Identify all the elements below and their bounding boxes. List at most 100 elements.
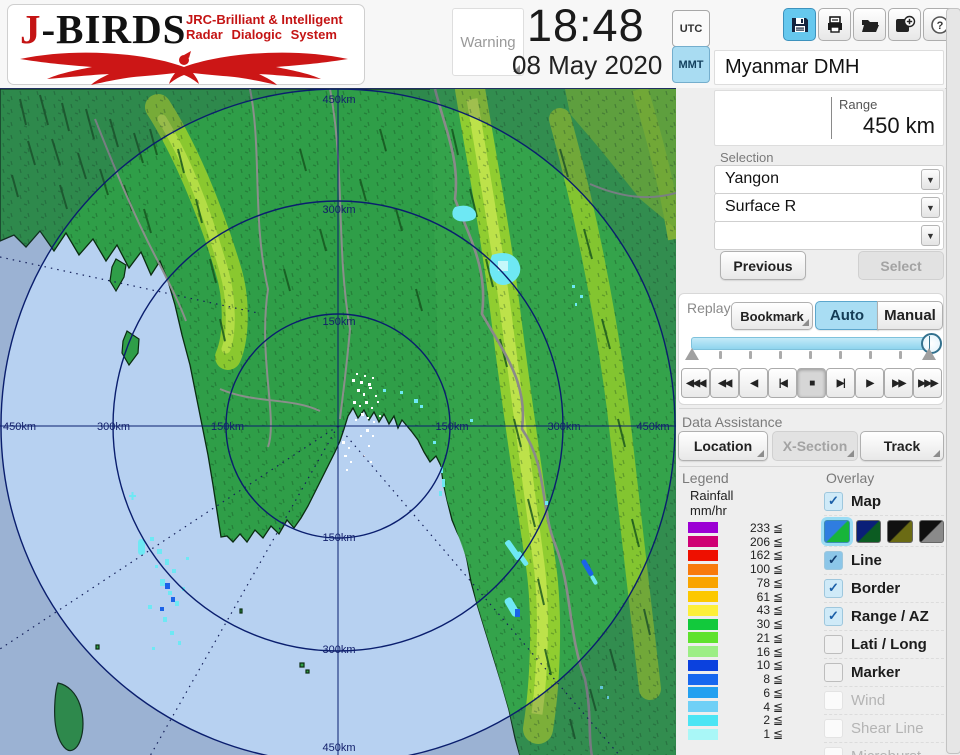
overlay-item-marker[interactable]: Marker [824,658,944,686]
selection-dropdown-site[interactable]: Yangon ▼ [714,165,944,194]
jbirds-logo: J-BIRDS JRC-Brilliant & Intelligent Rada… [7,4,365,85]
checkbox[interactable] [824,635,843,654]
transport-jump-end-button[interactable]: ▶▶▶ [913,368,942,398]
chevron-down-icon[interactable]: ▼ [921,197,940,218]
slider-end-marker[interactable] [922,348,936,360]
legend-lte-symbol: ≦ [773,700,783,714]
location-button[interactable]: Location [678,431,768,461]
transport-play-button[interactable]: ▶ [855,368,884,398]
ring-label: 450km [636,421,669,433]
checkbox[interactable]: ✓ [824,579,843,598]
replay-label: Replay [687,300,731,316]
overlay-item-map[interactable]: ✓Map [824,488,944,515]
utc-button[interactable]: UTC [672,10,710,47]
chevron-down-icon[interactable]: ▼ [921,169,940,190]
transport-stop-button[interactable]: ■ [797,368,826,398]
overlay-item-label: Microburst [851,748,921,755]
control-panel: Myanmar DMH Range 450 km Selection Yango… [676,88,945,755]
legend-value: 162 [718,548,770,562]
map-palette-swatch-3[interactable] [887,520,913,543]
legend-swatch [688,591,718,602]
legend-row: 206≦ [688,535,783,549]
transport-step-back-button[interactable]: |◀ [768,368,797,398]
ring-label: 300km [97,421,130,433]
divider [679,408,942,409]
save-button[interactable] [783,8,816,41]
range-label: Range [839,97,877,112]
legend-value: 30 [718,617,770,631]
overlay-item-line[interactable]: ✓ Line [824,546,944,574]
slider-tick [899,351,902,359]
legend-row: 61≦ [688,590,783,604]
replay-slider-track[interactable] [691,337,933,350]
checkbox[interactable] [824,663,843,682]
ring-label: 300km [322,204,355,216]
transport-play-reverse-button[interactable]: ◀ [739,368,768,398]
legend-value: 2 [718,713,770,727]
legend-lte-symbol: ≦ [773,617,783,631]
track-button[interactable]: Track [860,431,944,461]
legend-row: 8≦ [688,672,783,686]
selection-dropdown-extra[interactable]: ▼ [714,221,944,250]
legend-value: 4 [718,700,770,714]
range-box: Range 450 km [714,90,944,146]
checkbox[interactable]: ✓ [824,551,843,570]
overlay-item-border[interactable]: ✓Border [824,574,944,602]
legend-swatch [688,536,718,547]
checkbox[interactable]: ✓ [824,492,843,511]
manual-mode-button[interactable]: Manual [877,301,943,330]
legend-row: 6≦ [688,686,783,700]
eagle-icon [16,47,356,85]
radar-map-svg[interactable]: 450km 300km 150km 150km 300km 450km 450k… [0,89,676,755]
map-palette-swatch-4[interactable] [919,520,945,543]
transport-jump-start-button[interactable]: ◀◀◀ [681,368,710,398]
auto-mode-button[interactable]: Auto [815,301,879,330]
legend-lte-symbol: ≦ [773,548,783,562]
add-image-button[interactable] [888,8,921,41]
transport-fast-forward-button[interactable]: ▶▶ [884,368,913,398]
overlay-item-label: Line [851,552,882,569]
map-palette-swatch-1[interactable] [824,520,850,543]
map-palette-swatch-2[interactable] [856,520,882,543]
slider-start-marker[interactable] [685,348,699,360]
overlay-item-label: Wind [851,692,885,709]
legend-value: 6 [718,686,770,700]
previous-button[interactable]: Previous [720,251,806,280]
transport-fast-rewind-button[interactable]: ◀◀ [710,368,739,398]
clock-time: 18:48 [527,0,645,52]
legend-lte-symbol: ≦ [773,521,783,535]
selection-value: Surface R [725,198,796,216]
selection-dropdown-product[interactable]: Surface R ▼ [714,193,944,222]
slider-tick [749,351,752,359]
legend-lte-symbol: ≦ [773,535,783,549]
transport-step-forward-button[interactable]: ▶| [826,368,855,398]
bookmark-button[interactable]: Bookmark [731,302,813,330]
overlay-item-wind: Wind [824,686,944,714]
open-folder-button[interactable] [853,8,886,41]
legend-swatch [688,564,718,575]
save-icon [790,15,810,35]
overlay-item-lati-long[interactable]: Lati / Long [824,630,944,658]
overlay-item-range-az[interactable]: ✓Range / AZ [824,602,944,630]
radar-map[interactable]: 450km 300km 150km 150km 300km 450km 450k… [0,88,676,755]
mmt-button[interactable]: MMT [672,46,710,83]
logo-rest: -BIRDS [42,6,187,52]
legend-swatch [688,577,718,588]
legend-lte-symbol: ≦ [773,590,783,604]
legend-swatch [688,687,718,698]
legend-row: 2≦ [688,714,783,728]
legend-unit: Rainfall mm/hr [690,488,733,518]
checkbox[interactable]: ✓ [824,607,843,626]
chevron-down-icon[interactable]: ▼ [921,225,940,246]
selection-label: Selection [720,150,773,165]
logo-subtitle: JRC-Brilliant & Intelligent Radar Dialog… [186,13,343,43]
legend-swatch [688,715,718,726]
legend-value: 10 [718,658,770,672]
overlay-label: Overlay [826,470,874,486]
legend-row: 162≦ [688,549,783,563]
legend-value: 8 [718,672,770,686]
legend-lte-symbol: ≦ [773,672,783,686]
print-button[interactable] [818,8,851,41]
legend-row: 30≦ [688,617,783,631]
legend-value: 1 [718,727,770,741]
